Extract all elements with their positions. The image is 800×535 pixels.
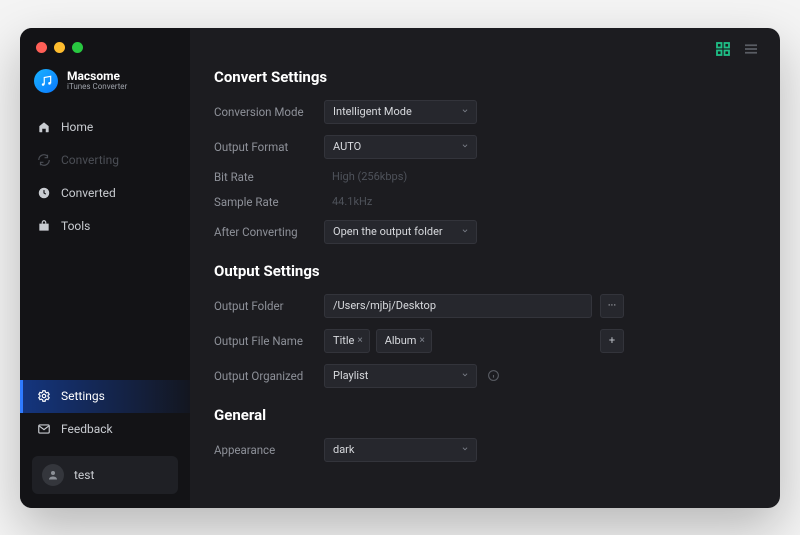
tag-title[interactable]: Title × (324, 329, 370, 353)
label-output-format: Output Format (214, 140, 324, 154)
sidebar-item-label: Feedback (61, 422, 113, 436)
label-sample-rate: Sample Rate (214, 195, 324, 209)
brand-name: Macsome (67, 70, 127, 82)
window-controls (20, 42, 190, 69)
close-window-button[interactable] (36, 42, 47, 53)
chevron-down-icon (460, 443, 470, 456)
input-value: /Users/mjbj/Desktop (333, 299, 436, 312)
select-after-converting[interactable]: Open the output folder (324, 220, 477, 244)
select-conversion-mode[interactable]: Intelligent Mode (324, 100, 477, 124)
row-output-file-name: Output File Name Title × Album × + (214, 329, 756, 353)
sidebar-item-label: Tools (61, 219, 90, 233)
sidebar-item-label: Settings (61, 389, 105, 403)
minimize-window-button[interactable] (54, 42, 65, 53)
sidebar-nav: Home Converting Converted Tools (20, 111, 190, 243)
label-bit-rate: Bit Rate (214, 170, 324, 184)
user-name: test (74, 468, 94, 482)
row-after-converting: After Converting Open the output folder (214, 220, 756, 244)
label-output-file-name: Output File Name (214, 334, 324, 348)
select-value: AUTO (333, 140, 361, 153)
close-icon[interactable]: × (419, 335, 424, 346)
row-output-organized: Output Organized Playlist (214, 364, 756, 388)
select-output-format[interactable]: AUTO (324, 135, 477, 159)
tag-label: Album (385, 334, 417, 347)
add-label: + (609, 334, 615, 347)
chevron-down-icon (460, 225, 470, 238)
tags-output-file-name: Title × Album × (324, 329, 592, 353)
sidebar-item-label: Converted (61, 186, 116, 200)
row-conversion-mode: Conversion Mode Intelligent Mode (214, 100, 756, 124)
browse-label: ··· (608, 299, 617, 312)
row-bit-rate: Bit Rate High (256kbps) (214, 170, 756, 184)
select-value: Open the output folder (333, 225, 443, 238)
section-title-general: General (214, 406, 756, 424)
app-window: Macsome iTunes Converter Home Converting (20, 28, 780, 508)
section-title-convert: Convert Settings (214, 68, 756, 86)
mail-icon (36, 422, 51, 437)
menu-icon[interactable] (742, 40, 760, 58)
label-conversion-mode: Conversion Mode (214, 105, 324, 119)
select-output-organized[interactable]: Playlist (324, 364, 477, 388)
gear-icon (36, 389, 51, 404)
sidebar-item-home[interactable]: Home (20, 111, 190, 144)
brand-subtitle: iTunes Converter (67, 82, 127, 92)
row-output-folder: Output Folder /Users/mjbj/Desktop ··· (214, 294, 756, 318)
select-appearance[interactable]: dark (324, 438, 477, 462)
user-account[interactable]: test (32, 456, 178, 494)
label-appearance: Appearance (214, 443, 324, 457)
value-sample-rate: 44.1kHz (324, 195, 372, 208)
browse-button[interactable]: ··· (600, 294, 624, 318)
value-bit-rate: High (256kbps) (324, 170, 407, 183)
brand-logo-icon (34, 69, 58, 93)
sidebar-item-feedback[interactable]: Feedback (20, 413, 190, 446)
settings-panel: Convert Settings Conversion Mode Intelli… (190, 28, 780, 508)
toolbox-icon (36, 219, 51, 234)
row-output-format: Output Format AUTO (214, 135, 756, 159)
input-output-folder[interactable]: /Users/mjbj/Desktop (324, 294, 592, 318)
sidebar-item-tools[interactable]: Tools (20, 210, 190, 243)
label-output-organized: Output Organized (214, 369, 324, 383)
chevron-down-icon (460, 140, 470, 153)
select-value: Playlist (333, 369, 368, 382)
label-after-converting: After Converting (214, 225, 324, 239)
sidebar-item-label: Home (61, 120, 93, 134)
label-output-folder: Output Folder (214, 299, 324, 313)
row-appearance: Appearance dark (214, 438, 756, 462)
section-title-output: Output Settings (214, 262, 756, 280)
add-tag-button[interactable]: + (600, 329, 624, 353)
grid-view-icon[interactable] (714, 40, 732, 58)
tag-album[interactable]: Album × (376, 329, 432, 353)
sidebar-nav-bottom: Settings Feedback (20, 380, 190, 446)
sidebar-item-converting[interactable]: Converting (20, 144, 190, 177)
select-value: dark (333, 443, 355, 456)
chevron-down-icon (460, 105, 470, 118)
brand: Macsome iTunes Converter (20, 69, 190, 107)
sidebar-item-settings[interactable]: Settings (20, 380, 190, 413)
sidebar-item-label: Converting (61, 153, 119, 167)
info-icon[interactable] (487, 369, 500, 382)
top-actions (714, 40, 760, 58)
fullscreen-window-button[interactable] (72, 42, 83, 53)
chevron-down-icon (460, 369, 470, 382)
row-sample-rate: Sample Rate 44.1kHz (214, 195, 756, 209)
sidebar-item-converted[interactable]: Converted (20, 177, 190, 210)
converting-icon (36, 153, 51, 168)
clock-icon (36, 186, 51, 201)
close-icon[interactable]: × (357, 335, 362, 346)
tag-label: Title (333, 334, 354, 347)
home-icon (36, 120, 51, 135)
avatar-icon (42, 464, 64, 486)
sidebar: Macsome iTunes Converter Home Converting (20, 28, 190, 508)
brand-text: Macsome iTunes Converter (67, 70, 127, 92)
select-value: Intelligent Mode (333, 105, 412, 118)
